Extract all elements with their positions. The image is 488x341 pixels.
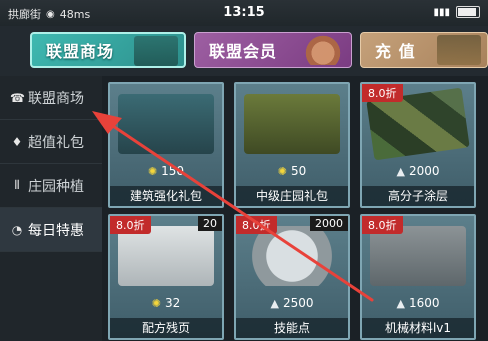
product-card[interactable]: 8.0折 2000 ▲ 2500 技能点	[234, 214, 350, 340]
price: ▲ 2500	[236, 296, 348, 310]
discount-badge: 8.0折	[236, 216, 277, 234]
price: ▲ 1600	[362, 296, 474, 310]
product-name: 配方残页	[110, 318, 222, 338]
product-card[interactable]: 8.0折 20 ✺ 32 配方残页	[108, 214, 224, 340]
tab-union-mall[interactable]: 联盟商场	[30, 32, 186, 68]
tab-recharge[interactable]: 充 值	[360, 32, 488, 68]
price: ▲ 2000	[362, 164, 474, 178]
gold-coin-icon: ✺	[147, 164, 158, 178]
price: ✺ 32	[110, 296, 222, 310]
discount-badge: 8.0折	[362, 216, 403, 234]
tab-label: 联盟商场	[46, 42, 115, 61]
battery-icon	[456, 6, 480, 18]
diamond-icon: ▲	[396, 164, 405, 178]
gold-coin-icon: ✺	[277, 164, 287, 178]
bolts-icon	[370, 226, 466, 286]
sidebar-item-value-pack[interactable]: ♦ 超值礼包	[0, 120, 102, 164]
product-card[interactable]: ✺ 50 中级庄园礼包	[234, 82, 350, 208]
clock: 13:15	[223, 5, 265, 20]
sidebar-item-union-mall[interactable]: ☎ 联盟商场	[0, 76, 102, 120]
sidebar: ☎ 联盟商场 ♦ 超值礼包 ⫴ 庄园种植 ◔ 每日特惠	[0, 76, 102, 341]
sidebar-item-label: 每日特惠	[28, 222, 84, 239]
product-name: 建筑强化礼包	[110, 186, 222, 206]
stock-count: 20	[198, 216, 222, 231]
supply-crate-icon	[244, 94, 340, 154]
product-name: 机械材料lv1	[362, 318, 474, 338]
product-name: 中级庄园礼包	[236, 186, 348, 206]
top-tab-bar: 联盟商场 联盟会员 充 值	[0, 26, 488, 76]
crate-icon	[134, 36, 178, 66]
diamond-icon: ♦	[11, 134, 23, 149]
toolbox-icon	[118, 94, 214, 154]
discount-badge: 8.0折	[110, 216, 151, 234]
price-value: 32	[164, 296, 181, 310]
timer-icon: ◔	[11, 222, 23, 237]
sidebar-item-label: 庄园种植	[28, 178, 84, 195]
discount-badge: 8.0折	[362, 84, 403, 102]
product-name: 高分子涂层	[362, 186, 474, 206]
price-value: 150	[161, 164, 185, 178]
diamond-icon: ▲	[270, 296, 279, 310]
product-card[interactable]: 8.0折 ▲ 1600 机械材料lv1	[360, 214, 476, 340]
product-name: 技能点	[236, 318, 348, 338]
diamond-icon: ▲	[396, 296, 405, 310]
sidebar-item-daily-deals[interactable]: ◔ 每日特惠	[0, 208, 102, 252]
monkey-mascot-icon	[301, 35, 345, 65]
tab-union-member[interactable]: 联盟会员	[194, 32, 352, 68]
product-grid: ✺ 150 建筑强化礼包 ✺ 50 中级庄园礼包 8.0折 ▲ 2000 高分子…	[108, 82, 488, 341]
shop-icon: ☎	[10, 90, 25, 105]
tab-label: 充 值	[375, 42, 416, 61]
price: ✺ 150	[110, 164, 222, 178]
sidebar-item-label: 联盟商场	[28, 90, 84, 107]
price-value: 1600	[408, 296, 440, 310]
plant-icon: ⫴	[14, 178, 20, 192]
sidebar-item-label: 超值礼包	[28, 134, 84, 151]
tab-label: 联盟会员	[209, 42, 278, 61]
product-card[interactable]: 8.0折 ▲ 2000 高分子涂层	[360, 82, 476, 208]
price-value: 2500	[282, 296, 314, 310]
stock-count: 2000	[310, 216, 348, 231]
status-bar: 拱廊街 ◉ 48ms 13:15 ▮▮▮	[0, 0, 488, 26]
skill-point-badge-icon	[244, 226, 340, 286]
recipe-page-icon	[118, 226, 214, 286]
price-value: 50	[290, 164, 307, 178]
gold-coin-icon: ✺	[151, 296, 161, 310]
signal-icon: ▮▮▮	[433, 6, 450, 18]
sidebar-item-farm[interactable]: ⫴ 庄园种植	[0, 164, 102, 208]
price: ✺ 50	[236, 164, 348, 178]
product-card[interactable]: ✺ 150 建筑强化礼包	[108, 82, 224, 208]
price-value: 2000	[408, 164, 440, 178]
treasure-icon	[437, 35, 481, 65]
